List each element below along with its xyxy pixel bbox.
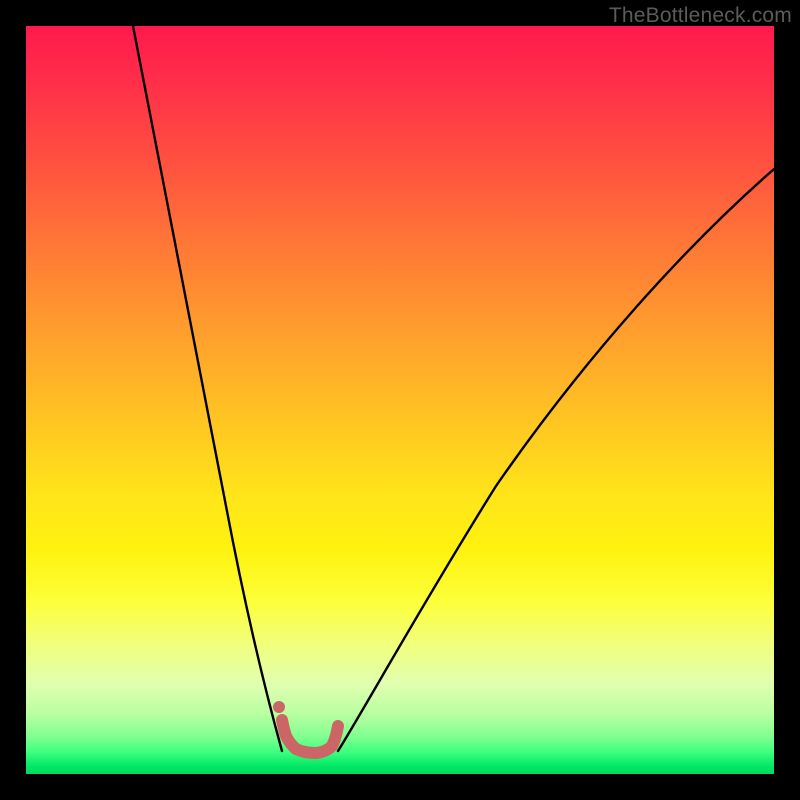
curve-right-branch <box>338 169 774 751</box>
curve-left-branch <box>133 26 282 751</box>
chart-plot-area <box>26 26 774 774</box>
curve-trough-dot <box>273 701 285 713</box>
curve-trough-marker <box>282 720 338 753</box>
watermark-text: TheBottleneck.com <box>609 4 792 28</box>
chart-curve-layer <box>26 26 774 774</box>
